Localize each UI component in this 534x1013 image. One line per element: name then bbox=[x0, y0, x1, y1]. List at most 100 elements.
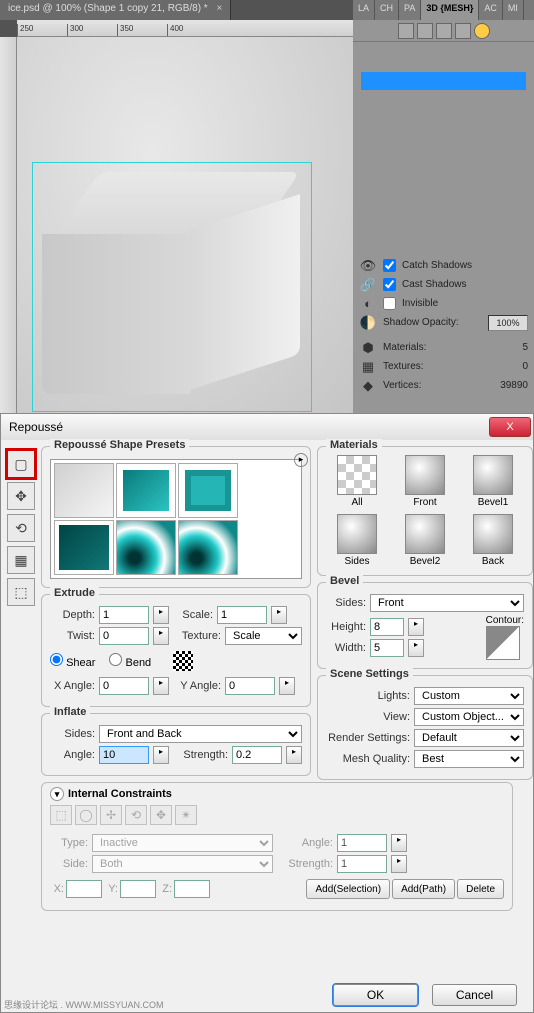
material-bevel2[interactable]: Bevel2 bbox=[394, 514, 456, 567]
tab-actions[interactable]: AC bbox=[479, 0, 503, 20]
add-selection-button[interactable]: Add(Selection) bbox=[306, 879, 390, 899]
material-front[interactable]: Front bbox=[394, 455, 456, 508]
bevel-title: Bevel bbox=[326, 575, 363, 587]
scale-stepper[interactable]: ▸ bbox=[271, 606, 287, 624]
bevel-sides-label: Sides: bbox=[326, 597, 366, 609]
shadow-icon[interactable]: 🌓 bbox=[359, 315, 377, 331]
eye-icon[interactable]: 👁 bbox=[359, 258, 377, 274]
scale-input[interactable] bbox=[217, 606, 267, 624]
depth-input[interactable] bbox=[99, 606, 149, 624]
constraint-tool-5[interactable]: ✥ bbox=[150, 805, 172, 825]
add-path-button[interactable]: Add(Path) bbox=[392, 879, 455, 899]
texture-combo[interactable]: Scale bbox=[225, 627, 302, 645]
invisible-label: Invisible bbox=[402, 298, 528, 309]
ok-button[interactable]: OK bbox=[333, 984, 418, 1006]
inflate-angle-stepper[interactable]: ▸ bbox=[153, 746, 169, 764]
xangle-input[interactable] bbox=[99, 677, 149, 695]
preset-teal-2[interactable] bbox=[178, 463, 238, 518]
ic-x-input bbox=[66, 880, 102, 898]
catch-shadows-checkbox[interactable] bbox=[383, 259, 396, 272]
bevel-width-input[interactable] bbox=[370, 639, 404, 657]
tool-move[interactable]: ✥ bbox=[7, 482, 35, 510]
bevel-height-label: Height: bbox=[326, 621, 366, 633]
mesh-icon[interactable] bbox=[417, 23, 433, 39]
bend-radio[interactable]: Bend bbox=[109, 653, 151, 669]
material-all[interactable]: All bbox=[326, 455, 388, 508]
document-tab-title: ice.psd @ 100% (Shape 1 copy 21, RGB/8) … bbox=[8, 3, 208, 14]
constraint-tool-3[interactable]: ✢ bbox=[100, 805, 122, 825]
constraint-tool-6[interactable]: ✴ bbox=[175, 805, 197, 825]
shadow-opacity-value[interactable]: 100% bbox=[488, 315, 528, 331]
texture-thumb-icon[interactable] bbox=[173, 651, 193, 671]
ic-y-input bbox=[120, 880, 156, 898]
close-tab-icon[interactable]: × bbox=[216, 3, 222, 14]
constraint-tool-1[interactable]: ⬚ bbox=[50, 805, 72, 825]
view-combo[interactable]: Custom Object... bbox=[414, 708, 524, 726]
preset-teal-1[interactable] bbox=[116, 463, 176, 518]
tool-rotate[interactable]: ⟲ bbox=[7, 514, 35, 542]
document-tab[interactable]: ice.psd @ 100% (Shape 1 copy 21, RGB/8) … bbox=[0, 0, 231, 20]
link-icon[interactable]: 🔗 bbox=[359, 277, 377, 293]
cancel-button[interactable]: Cancel bbox=[432, 984, 517, 1006]
bevel-width-stepper[interactable]: ▸ bbox=[408, 639, 424, 657]
inflate-strength-stepper[interactable]: ▸ bbox=[286, 746, 302, 764]
material-sides[interactable]: Sides bbox=[326, 514, 388, 567]
mask-icon[interactable]: ◐ bbox=[359, 296, 377, 312]
render-combo[interactable]: Default bbox=[414, 729, 524, 747]
material-icon[interactable] bbox=[436, 23, 452, 39]
collapse-icon[interactable]: ▾ bbox=[50, 787, 64, 801]
constraint-tool-2[interactable]: ◯ bbox=[75, 805, 97, 825]
presets-grid bbox=[50, 459, 302, 579]
bevel-height-input[interactable] bbox=[370, 618, 404, 636]
tab-layers[interactable]: LA bbox=[353, 0, 375, 20]
dialog-title: Repoussé bbox=[3, 420, 489, 434]
depth-stepper[interactable]: ▸ bbox=[153, 606, 169, 624]
lights-combo[interactable]: Custom bbox=[414, 687, 524, 705]
tool-repousse-shape[interactable]: ▢ bbox=[7, 450, 35, 478]
invisible-checkbox[interactable] bbox=[383, 297, 396, 310]
preset-teal-3[interactable] bbox=[54, 520, 114, 575]
bevel-height-stepper[interactable]: ▸ bbox=[408, 618, 424, 636]
tab-3d-mesh[interactable]: 3D {MESH} bbox=[421, 0, 479, 20]
light-icon[interactable] bbox=[474, 23, 490, 39]
twist-input[interactable] bbox=[99, 627, 149, 645]
dialog-close-button[interactable]: X bbox=[489, 417, 531, 437]
yangle-stepper[interactable]: ▸ bbox=[279, 677, 295, 695]
constraint-tool-4[interactable]: ⟲ bbox=[125, 805, 147, 825]
dialog-titlebar[interactable]: Repoussé X bbox=[1, 414, 533, 440]
inflate-sides-combo[interactable]: Front and Back bbox=[99, 725, 302, 743]
twist-stepper[interactable]: ▸ bbox=[153, 627, 169, 645]
inflate-angle-input[interactable] bbox=[99, 746, 149, 764]
tab-channels[interactable]: CH bbox=[375, 0, 399, 20]
materials-count: 5 bbox=[522, 342, 528, 353]
mesh-quality-combo[interactable]: Best bbox=[414, 750, 524, 768]
preset-plain[interactable] bbox=[54, 463, 114, 518]
inflate-strength-input[interactable] bbox=[232, 746, 282, 764]
selected-layer-highlight[interactable] bbox=[361, 72, 526, 90]
ic-angle-input bbox=[337, 834, 387, 852]
materials-label: Materials: bbox=[383, 342, 516, 353]
canvas[interactable] bbox=[17, 37, 353, 413]
contour-swatch[interactable] bbox=[486, 626, 520, 660]
inflate-title: Inflate bbox=[50, 706, 90, 718]
tab-mini[interactable]: MI bbox=[503, 0, 524, 20]
depth-label: Depth: bbox=[50, 609, 95, 621]
filter-icon[interactable] bbox=[398, 23, 414, 39]
xangle-stepper[interactable]: ▸ bbox=[153, 677, 169, 695]
bevel-sides-combo[interactable]: Front bbox=[370, 594, 524, 612]
preset-teal-4[interactable] bbox=[116, 520, 176, 575]
tab-paths[interactable]: PA bbox=[399, 0, 421, 20]
vertices-count: 39890 bbox=[500, 380, 528, 391]
material-bevel1[interactable]: Bevel1 bbox=[462, 455, 524, 508]
vertex-stat-icon: ◆ bbox=[359, 378, 377, 394]
yangle-input[interactable] bbox=[225, 677, 275, 695]
camera-icon[interactable] bbox=[455, 23, 471, 39]
tool-scale[interactable]: ▦ bbox=[7, 546, 35, 574]
presets-menu-icon[interactable]: ▸ bbox=[294, 453, 308, 467]
material-back[interactable]: Back bbox=[462, 514, 524, 567]
delete-button[interactable]: Delete bbox=[457, 879, 504, 899]
cast-shadows-checkbox[interactable] bbox=[383, 278, 396, 291]
shear-radio[interactable]: Shear bbox=[50, 653, 95, 669]
preset-teal-5[interactable] bbox=[178, 520, 238, 575]
tool-mesh[interactable]: ⬚ bbox=[7, 578, 35, 606]
